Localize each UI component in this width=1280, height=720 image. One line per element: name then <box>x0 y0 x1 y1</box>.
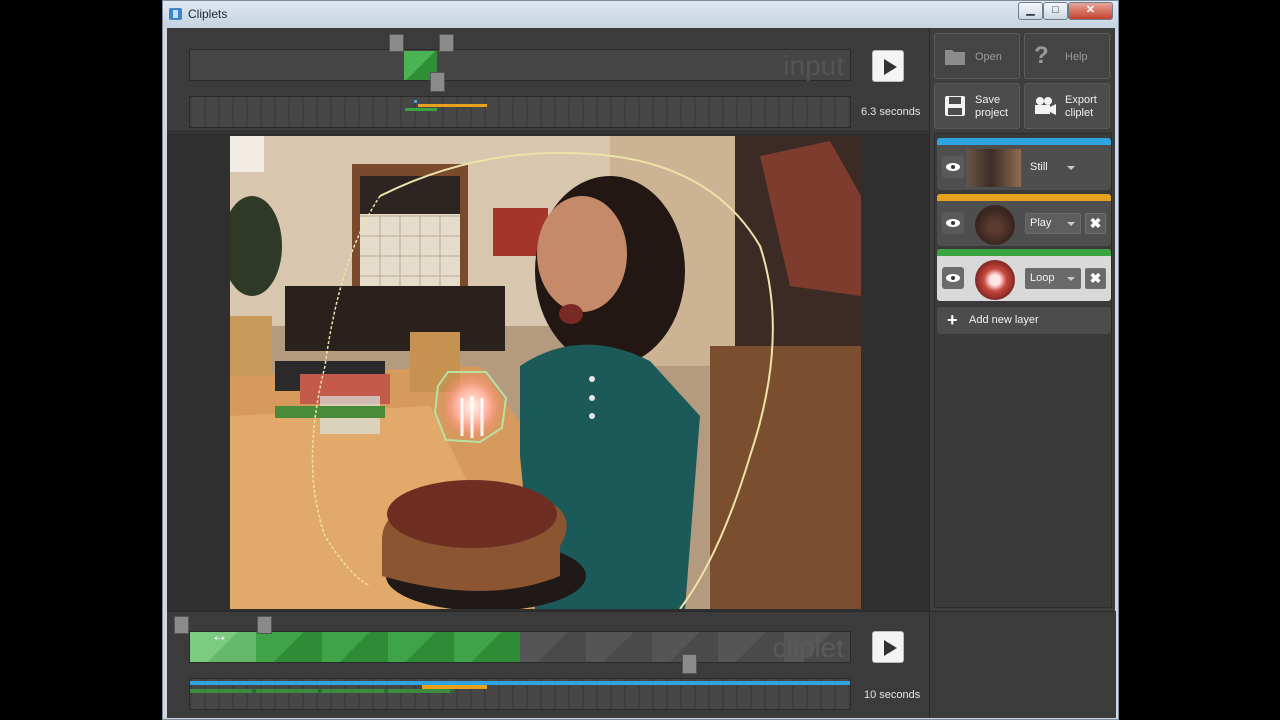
layer-thumbnail <box>967 149 1021 187</box>
input-track[interactable]: input <box>189 49 851 81</box>
export-cliplet-button[interactable]: Export cliplet <box>1024 83 1110 129</box>
input-duration: 6.3 seconds <box>861 106 921 118</box>
open-button[interactable]: Open <box>934 33 1020 79</box>
layer-mode-select[interactable]: Still <box>1025 157 1081 178</box>
app-window: Cliplets ▁ □ ✕ input 6.3 seconds cliplet… <box>162 0 1119 720</box>
cliplet-segment <box>322 632 388 662</box>
cliplet-segment <box>388 632 454 662</box>
resize-cursor-icon: ↔ <box>211 626 228 645</box>
layer-play[interactable]: Play ✖ <box>937 194 1111 246</box>
help-label: Help <box>1065 51 1088 63</box>
remove-layer-button[interactable]: ✖ <box>1085 268 1106 289</box>
minimize-button[interactable]: ▁ <box>1018 2 1043 20</box>
input-layer-span <box>418 104 487 107</box>
video-stage <box>167 133 929 611</box>
layer-mode-value: Loop <box>1030 272 1055 284</box>
cliplet-track[interactable]: cliplet <box>189 631 851 663</box>
plus-icon: + <box>947 310 958 330</box>
cliplet-segment <box>256 632 322 662</box>
layer-mode-select[interactable]: Loop <box>1025 268 1081 289</box>
layer-loop[interactable]: Loop ✖ <box>937 249 1111 301</box>
add-layer-label: Add new layer <box>969 314 1039 326</box>
window-title: Cliplets <box>188 7 228 21</box>
save-label: Save project <box>975 94 1009 119</box>
visibility-eye-icon[interactable] <box>942 156 964 178</box>
input-timeline-panel: input 6.3 seconds <box>167 28 929 132</box>
cliplet-segment <box>454 632 520 662</box>
input-end-handle[interactable] <box>439 34 454 52</box>
loop-layer-span <box>190 689 454 693</box>
title-bar: Cliplets ▁ □ ✕ <box>163 1 1118 28</box>
input-play-button[interactable] <box>872 50 904 82</box>
chevron-down-icon <box>1067 277 1075 281</box>
visibility-eye-icon[interactable] <box>942 212 964 234</box>
cliplet-layer-track[interactable] <box>189 678 851 710</box>
side-panel-footer <box>930 611 1116 718</box>
save-project-button[interactable]: Save project <box>934 83 1020 129</box>
cliplet-playhead-handle[interactable] <box>682 654 697 674</box>
input-layer-span <box>414 100 417 103</box>
layer-still[interactable]: Still <box>937 138 1111 190</box>
cliplet-segment <box>586 632 652 662</box>
floppy-disk-icon <box>945 96 965 116</box>
cliplet-duration: 10 seconds <box>864 689 921 701</box>
input-start-handle[interactable] <box>389 34 404 52</box>
cliplet-segment <box>520 632 586 662</box>
cliplet-play-button[interactable] <box>872 631 904 663</box>
layer-thumbnail <box>975 260 1015 300</box>
layer-mode-value: Play <box>1030 217 1052 229</box>
add-new-layer-button[interactable]: + Add new layer <box>937 307 1111 334</box>
input-layer-span <box>405 108 437 111</box>
maximize-button[interactable]: □ <box>1043 2 1068 20</box>
folder-icon <box>945 50 965 65</box>
side-panel: Open ? Help Save project Export cliplet St… <box>929 28 1116 718</box>
layer-mode-select[interactable]: Play <box>1025 213 1081 234</box>
help-button[interactable]: ? Help <box>1024 33 1110 79</box>
input-watermark: input <box>783 50 844 81</box>
cliplet-timeline-panel: cliplet ↔ 10 seconds <box>167 611 929 718</box>
video-frame[interactable] <box>230 136 861 609</box>
remove-layer-button[interactable]: ✖ <box>1085 213 1106 234</box>
chevron-down-icon <box>1067 222 1075 226</box>
cliplets-app-icon <box>169 8 182 20</box>
video-scene-image <box>230 136 861 609</box>
input-layer-track[interactable] <box>189 96 851 128</box>
visibility-eye-icon[interactable] <box>942 267 964 289</box>
layer-color-bar <box>937 138 1111 145</box>
layers-list: Still Play ✖ Loop ✖ + Add new layer <box>934 133 1112 608</box>
layer-color-bar <box>937 249 1111 256</box>
input-playhead-handle[interactable] <box>430 72 445 92</box>
question-icon: ? <box>1034 42 1049 69</box>
chevron-down-icon <box>1067 166 1075 170</box>
export-label: Export cliplet <box>1065 94 1097 119</box>
cliplet-end-handle[interactable] <box>257 616 272 634</box>
open-label: Open <box>975 51 1002 63</box>
layer-thumbnail <box>975 205 1015 245</box>
video-camera-icon <box>1035 97 1056 115</box>
still-layer-span <box>190 681 850 685</box>
layer-color-bar <box>937 194 1111 201</box>
cliplet-watermark: cliplet <box>772 632 844 663</box>
layer-mode-value: Still <box>1030 161 1048 173</box>
client-area: input 6.3 seconds cliplet ↔ 10 seconds O… <box>167 28 1116 718</box>
cliplet-start-handle[interactable] <box>174 616 189 634</box>
close-window-button[interactable]: ✕ <box>1068 2 1113 20</box>
